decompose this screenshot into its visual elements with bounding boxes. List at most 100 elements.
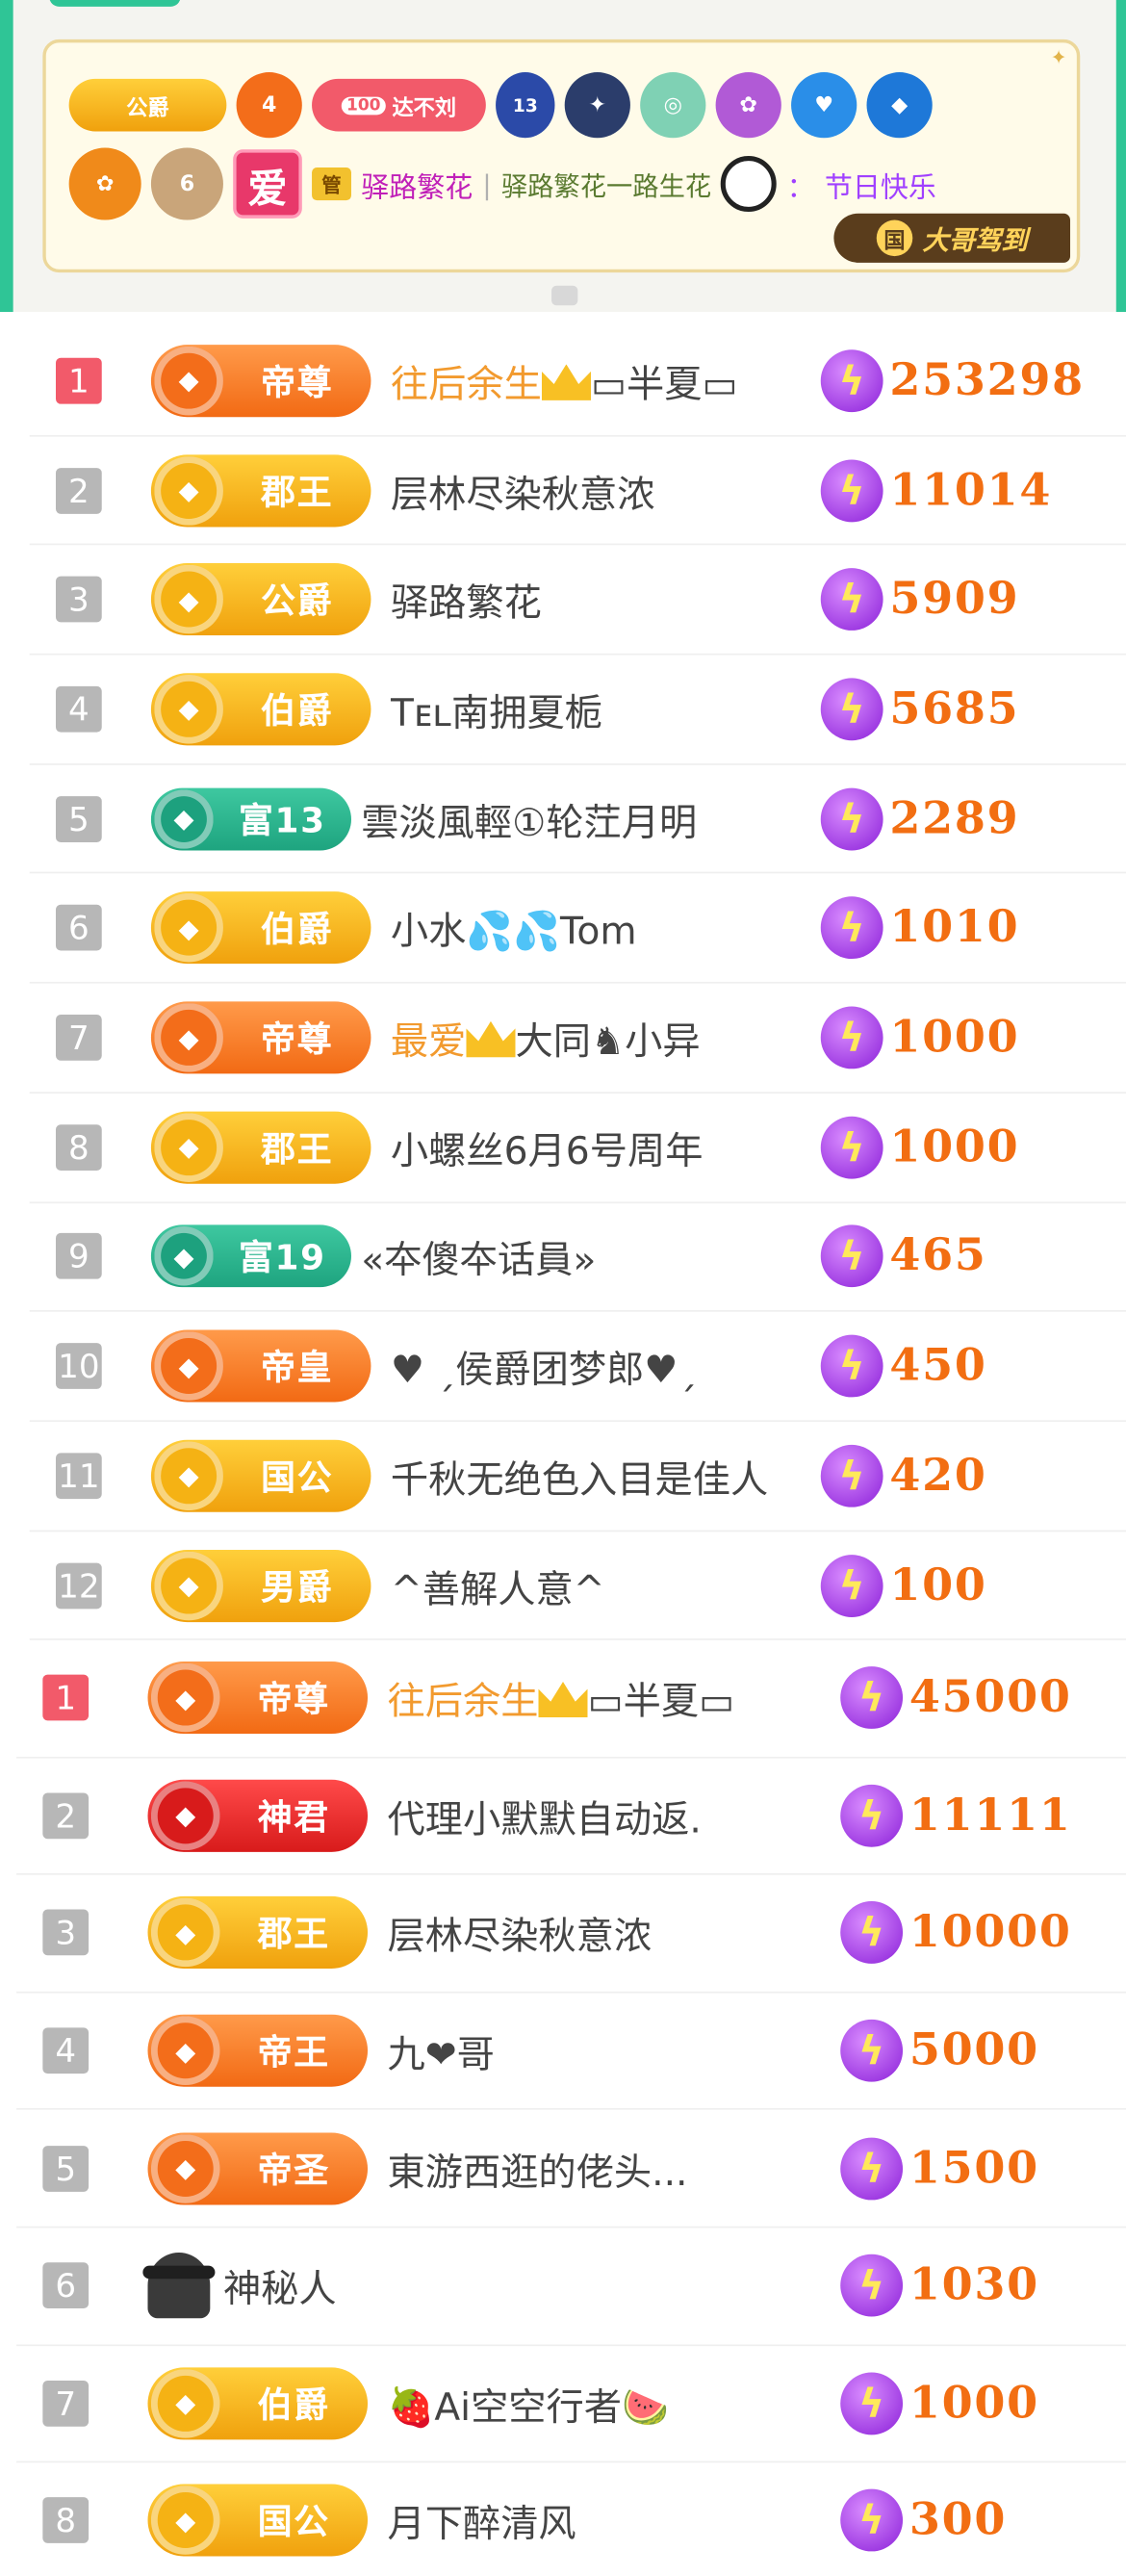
lightning-icon: ϟ [820, 787, 883, 850]
username[interactable]: Tᴇʟ南拥夏栀 [391, 682, 602, 737]
chat-panel-tab[interactable] [49, 0, 181, 7]
rank-number: 8 [55, 1123, 102, 1171]
noble-emblem-icon: ◆ [150, 1781, 220, 1850]
noble-emblem-icon: ◆ [154, 565, 223, 634]
noble-badge: ◆ 帝尊 [147, 1662, 369, 1735]
username[interactable]: 驿路繁花 [391, 572, 542, 628]
lightning-icon: ϟ [820, 1116, 883, 1179]
rank-number: 7 [42, 2380, 90, 2427]
username[interactable]: 🍓Ai空空行者🍉 [388, 2376, 669, 2432]
chat-sender-message: 驿路繁花一路生花 [500, 170, 712, 202]
fan-badge-icon: 100 达不刘 [312, 78, 486, 132]
ranking-row[interactable]: 5 ◆ 帝圣 東游西逛的佬头... ϟ 1500 [16, 2110, 1126, 2228]
checkin-banner[interactable]: 国 大哥驾到 [833, 213, 1071, 263]
ranking-row[interactable]: 6 ◆ 伯爵 小水💦💦Tom ϟ 1010 [29, 874, 1126, 984]
username[interactable]: 千秋无绝色入目是佳人 [391, 1448, 768, 1504]
collapse-handle-icon[interactable] [551, 285, 578, 306]
rank-number: 2 [55, 467, 102, 514]
username[interactable]: 小螺丝6月6号周年 [391, 1120, 704, 1175]
noble-badge-label: 帝皇 [261, 1348, 334, 1388]
ranking-row[interactable]: 8 ◆ 郡王 小螺丝6月6号周年 ϟ 1000 [29, 1094, 1126, 1203]
ranking-row[interactable]: 7 ◆ 伯爵 🍓Ai空空行者🍉 ϟ 1000 [16, 2346, 1126, 2463]
ranking-row[interactable]: 9 ◆ 富19 «夲傻夲话員» ϟ 465 [29, 1202, 1126, 1313]
noble-badge: ◆ 富19 [150, 1225, 351, 1288]
noble-badge: ◆ 伯爵 [150, 673, 371, 746]
lightning-icon: ϟ [840, 1784, 904, 1847]
lightning-icon: ϟ [820, 458, 883, 522]
username-text: 東游西逛的佬头... [387, 2151, 688, 2195]
lightning-icon: ϟ [840, 1666, 904, 1730]
username[interactable]: 最爱 大同♞小异 [391, 1010, 701, 1066]
noble-badge: ◆ 国公 [150, 1439, 371, 1512]
contribution-score: 1030 [908, 2260, 1039, 2312]
chat-panel: ✦ 公爵 4 100 达不刘 13 ✦ ◎ ✿ ♥ ◆ ✿ 6 爱 管 驿路繁花 … [0, 0, 1126, 313]
compass-medal-icon: ✦ [564, 72, 630, 139]
ranking-row[interactable]: 2 ◆ 神君 代理小默默自动返. ϟ 11111 [16, 1758, 1126, 1876]
noble-emblem-icon: ◆ [154, 893, 223, 964]
lightning-icon: ϟ [820, 1225, 883, 1288]
checkin-label: 大哥驾到 [922, 224, 1028, 257]
username[interactable]: 往后余生 ▭半夏▭ [391, 352, 738, 408]
contribution-score: 11014 [889, 464, 1053, 516]
noble-badge-label: 帝尊 [261, 362, 334, 402]
ranking-row[interactable]: 3 ◆ 公爵 驿路繁花 ϟ 5909 [29, 546, 1126, 656]
contribution-score: 465 [889, 1231, 987, 1282]
noble-badge-label: 伯爵 [261, 910, 334, 950]
noble-badge-label: 公爵 [126, 95, 169, 121]
ranking-row[interactable]: 1 ◆ 帝尊 往后余生 ▭半夏▭ ϟ 253298 [29, 326, 1126, 437]
username[interactable]: 東游西逛的佬头... [388, 2140, 688, 2196]
username-highlight: 往后余生 [387, 1681, 539, 1725]
ranking-row[interactable]: 2 ◆ 郡王 层林尽染秋意浓 ϟ 11014 [29, 436, 1126, 546]
username[interactable]: 层林尽染秋意浓 [388, 1905, 653, 1961]
ranking-row[interactable]: 4 ◆ 帝王 九❤哥 ϟ 5000 [16, 1993, 1126, 2111]
noble-badge: ◆ 伯爵 [150, 891, 371, 965]
noble-badge: ◆ 帝尊 [150, 344, 371, 417]
ranking-row[interactable]: 11 ◆ 国公 千秋无绝色入目是佳人 ϟ 420 [29, 1422, 1126, 1532]
lightning-icon: ϟ [840, 2489, 904, 2553]
noble-emblem-icon: ◆ [154, 346, 223, 416]
username-text: ▭半夏▭ [587, 1681, 735, 1725]
flower-medal-icon: ✿ [68, 147, 141, 220]
username-text: 雲淡風輕①轮茳月明 [361, 802, 698, 845]
crown-icon [541, 364, 591, 400]
ranking-row[interactable]: 5 ◆ 富13 雲淡風輕①轮茳月明 ϟ 2289 [29, 764, 1126, 875]
username[interactable]: ♥ ˏ侯爵团梦郎♥ˏ [391, 1338, 697, 1394]
username[interactable]: 九❤哥 [388, 2022, 495, 2078]
ranking-row[interactable]: 8 ◆ 国公 月下醉清风 ϟ 300 [16, 2463, 1126, 2575]
username-text: ▭半夏▭ [590, 364, 738, 407]
rank-number: 3 [55, 577, 102, 623]
noble-emblem-icon: ◆ [150, 1898, 220, 1969]
ranking-row[interactable]: 1 ◆ 帝尊 往后余生 ▭半夏▭ ϟ 45000 [16, 1640, 1126, 1758]
noble-badge: ◆ 国公 [147, 2485, 369, 2558]
username[interactable]: 代理小默默自动返. [388, 1788, 702, 1843]
lightning-icon: ϟ [820, 896, 883, 960]
noble-emblem-icon: ◆ [150, 2368, 220, 2438]
lightning-icon: ϟ [840, 1901, 904, 1965]
username[interactable]: 雲淡風輕①轮茳月明 [361, 790, 697, 846]
username[interactable]: 小水💦💦Tom [391, 900, 637, 956]
noble-badge-label: 郡王 [261, 472, 334, 512]
ranking-row[interactable]: 4 ◆ 伯爵 Tᴇʟ南拥夏栀 ϟ 5685 [29, 656, 1126, 765]
username-text: ^善解人意^ [390, 1568, 605, 1612]
username[interactable]: 往后余生 ▭半夏▭ [387, 1670, 735, 1726]
ranking-row[interactable]: 7 ◆ 帝尊 最爱 大同♞小异 ϟ 1000 [29, 984, 1126, 1094]
rank-number: 8 [42, 2497, 90, 2544]
username[interactable]: ^善解人意^ [391, 1558, 605, 1613]
noble-badge: ◆ 男爵 [150, 1549, 371, 1622]
ranking-row[interactable]: 10 ◆ 帝皇 ♥ ˏ侯爵团梦郎♥ˏ ϟ 450 [29, 1312, 1126, 1422]
username[interactable]: 月下醉清风 [388, 2493, 576, 2549]
rank-number: 5 [42, 2145, 90, 2192]
chat-username[interactable]: 驿路繁花 [361, 164, 473, 204]
username-highlight: 往后余生 [390, 364, 542, 407]
username[interactable]: «夲傻夲话員» [361, 1228, 596, 1284]
lightning-icon: ϟ [840, 2019, 904, 2082]
noble-emblem-icon: ◆ [154, 455, 223, 525]
username[interactable]: 层林尽染秋意浓 [391, 462, 655, 518]
username-text: 🍓Ai空空行者🍉 [387, 2386, 669, 2431]
ranking-row[interactable]: 3 ◆ 郡王 层林尽染秋意浓 ϟ 10000 [16, 1875, 1126, 1994]
noble-badge-label: 国公 [261, 1457, 334, 1498]
ranking-row[interactable]: 12 ◆ 男爵 ^善解人意^ ϟ 100 [29, 1532, 1126, 1641]
noble-badge: ◆ 郡王 [147, 1896, 369, 1970]
username[interactable]: 神秘人 [223, 2258, 337, 2314]
ranking-row[interactable]: 6 神秘人 ϟ 1030 [16, 2228, 1126, 2346]
